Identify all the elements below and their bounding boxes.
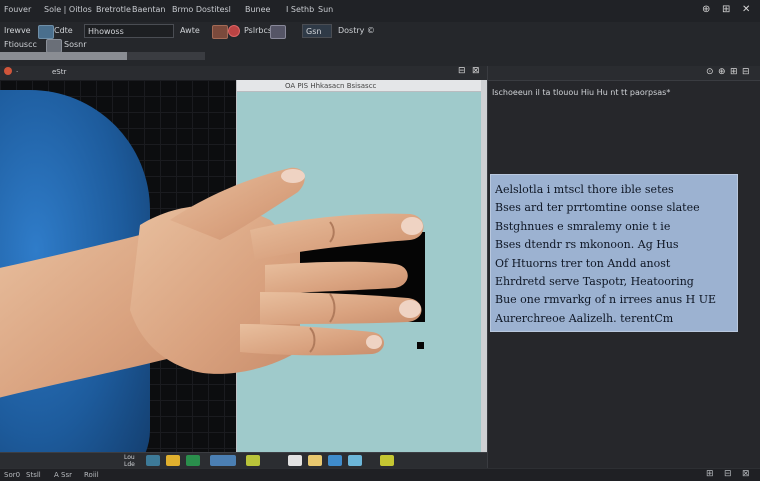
layers-icon[interactable] xyxy=(270,25,286,39)
menu-item-3[interactable]: Bretrotle xyxy=(96,5,131,14)
status-item-4: Roiil xyxy=(84,471,99,479)
toolbar-label-1[interactable]: Irewve xyxy=(4,26,31,35)
text-line: Of Htuorns trer ton Andd anost xyxy=(495,256,671,270)
strip-icon-4[interactable] xyxy=(210,455,236,466)
toolbar-label-6[interactable]: Sosnr xyxy=(64,40,87,49)
progress-bar xyxy=(0,52,205,60)
status-icon-2[interactable]: ⊟ xyxy=(724,469,732,479)
status-item-1: Sor0 xyxy=(4,471,21,479)
tab-canvas[interactable]: eStr xyxy=(52,68,66,76)
status-item-3: A Ssr xyxy=(54,471,72,479)
strip-icon-9[interactable] xyxy=(348,455,362,466)
panel-icon-3[interactable]: ⊞ xyxy=(730,67,738,77)
toolbar-label-4[interactable]: Pslrbcs xyxy=(244,26,272,35)
image-canvas[interactable]: OA PIS Hhkasacn Bsisascc xyxy=(0,80,487,452)
canvas-tab-bar: · eStr ⊟ ⊠ xyxy=(0,66,487,81)
text-line: Aurerchreoe Aalizelh. terentCm xyxy=(495,311,674,325)
panel-caption: Ischoeeun il ta tlouou Hiu Hu nt tt paor… xyxy=(492,88,671,97)
maximize-icon[interactable]: ⊞ xyxy=(722,4,730,15)
canvas-tab-extra: · xyxy=(16,68,19,76)
menu-item-6[interactable]: Bunee xyxy=(245,5,270,14)
little-nail-shape xyxy=(366,335,382,349)
minimize-icon[interactable]: ⊕ xyxy=(702,4,710,15)
strip-icon-7[interactable] xyxy=(308,455,322,466)
panel-icon-1[interactable]: ⊙ xyxy=(706,67,714,77)
tool-icon-1[interactable] xyxy=(38,25,54,39)
hand-image xyxy=(0,167,424,398)
panel-icon-4[interactable]: ⊟ xyxy=(742,67,750,77)
right-panel: ⊙ ⊕ ⊞ ⊟ Ischoeeun il ta tlouou Hiu Hu nt… xyxy=(487,66,760,468)
strip-icon-8[interactable] xyxy=(328,455,342,466)
toolbar-field-b[interactable]: Gsn xyxy=(302,24,332,38)
menu-bar: Fouver Sole | Oitlos Bretrotle Baentan B… xyxy=(0,0,760,23)
panel-icon-2[interactable]: ⊕ xyxy=(718,67,726,77)
toolbar-label-7[interactable]: Dostry © xyxy=(338,26,375,35)
strip-icon-5[interactable] xyxy=(246,455,260,466)
status-bar: Sor0 Stsll A Ssr Roiil ⊞ ⊟ ⊠ xyxy=(0,468,760,481)
text-box[interactable]: Aelslotla i mtscl thore ible setes Bses … xyxy=(490,174,738,332)
status-item-2: Stsll xyxy=(26,471,41,479)
ring-finger-shape xyxy=(260,292,422,324)
panel-close-icon[interactable]: ⊠ xyxy=(472,66,480,76)
text-line: Bue one rmvarkg of n irrees anus H UE xyxy=(495,293,717,307)
progress-fill xyxy=(0,52,128,60)
bottom-tool-strip: Lou Lde xyxy=(0,452,487,469)
text-line: Bstghnues e smralemy onie t ie xyxy=(495,219,671,233)
index-nail-shape xyxy=(401,217,423,235)
strip-icon-1[interactable] xyxy=(146,455,160,466)
status-icon-3[interactable]: ⊠ xyxy=(742,469,750,479)
canvas-tab-icon xyxy=(4,67,12,75)
menu-item-1[interactable]: Fouver xyxy=(4,5,31,14)
strip-icon-6[interactable] xyxy=(288,455,302,466)
strip-icon-3[interactable] xyxy=(186,455,200,466)
toolbar-label-3[interactable]: Awte xyxy=(180,26,200,35)
toolbar-field-a[interactable]: Hhowoss xyxy=(84,24,174,38)
menu-item-8[interactable]: Sun xyxy=(318,5,333,14)
strip-label-1: Lou xyxy=(124,454,135,461)
text-line: Ehrdretd serve Taspotr, Heatooring xyxy=(495,275,694,289)
toolbar: Irewve Cdte Hhowoss Awte Pslrbcs Gsn Dos… xyxy=(0,22,760,67)
text-line: Bses ard ter prrtomtine oonse slatee xyxy=(495,201,700,215)
right-panel-tab-bar: ⊙ ⊕ ⊞ ⊟ xyxy=(488,66,760,81)
brush-icon[interactable] xyxy=(212,25,228,39)
index-finger-shape xyxy=(250,213,424,260)
settings-icon[interactable] xyxy=(46,39,62,53)
strip-icon-10[interactable] xyxy=(380,455,394,466)
close-icon[interactable]: ✕ xyxy=(742,4,750,15)
middle-finger-shape xyxy=(265,261,408,294)
ring-nail-shape xyxy=(399,300,421,318)
text-line: Aelslotla i mtscl thore ible setes xyxy=(495,183,674,196)
toolbar-label-5[interactable]: Ftiouscc xyxy=(4,40,37,49)
panel-minimize-icon[interactable]: ⊟ xyxy=(458,66,466,76)
record-icon[interactable] xyxy=(228,25,240,37)
toolbar-label-2[interactable]: Cdte xyxy=(54,26,73,35)
menu-item-2[interactable]: Sole | Oitlos xyxy=(44,5,92,14)
thumb-nail-shape xyxy=(281,169,305,183)
menu-item-5[interactable]: Brmo Dostitesl xyxy=(172,5,231,14)
status-icon-1[interactable]: ⊞ xyxy=(706,469,714,479)
menu-item-4[interactable]: Baentan xyxy=(132,5,166,14)
menu-item-7[interactable]: I Sethb xyxy=(286,5,314,14)
strip-label-2: Lde xyxy=(124,461,135,468)
text-line: Bses dtendr rs mkonoon. Ag Hus xyxy=(495,238,679,252)
strip-icon-2[interactable] xyxy=(166,455,180,466)
